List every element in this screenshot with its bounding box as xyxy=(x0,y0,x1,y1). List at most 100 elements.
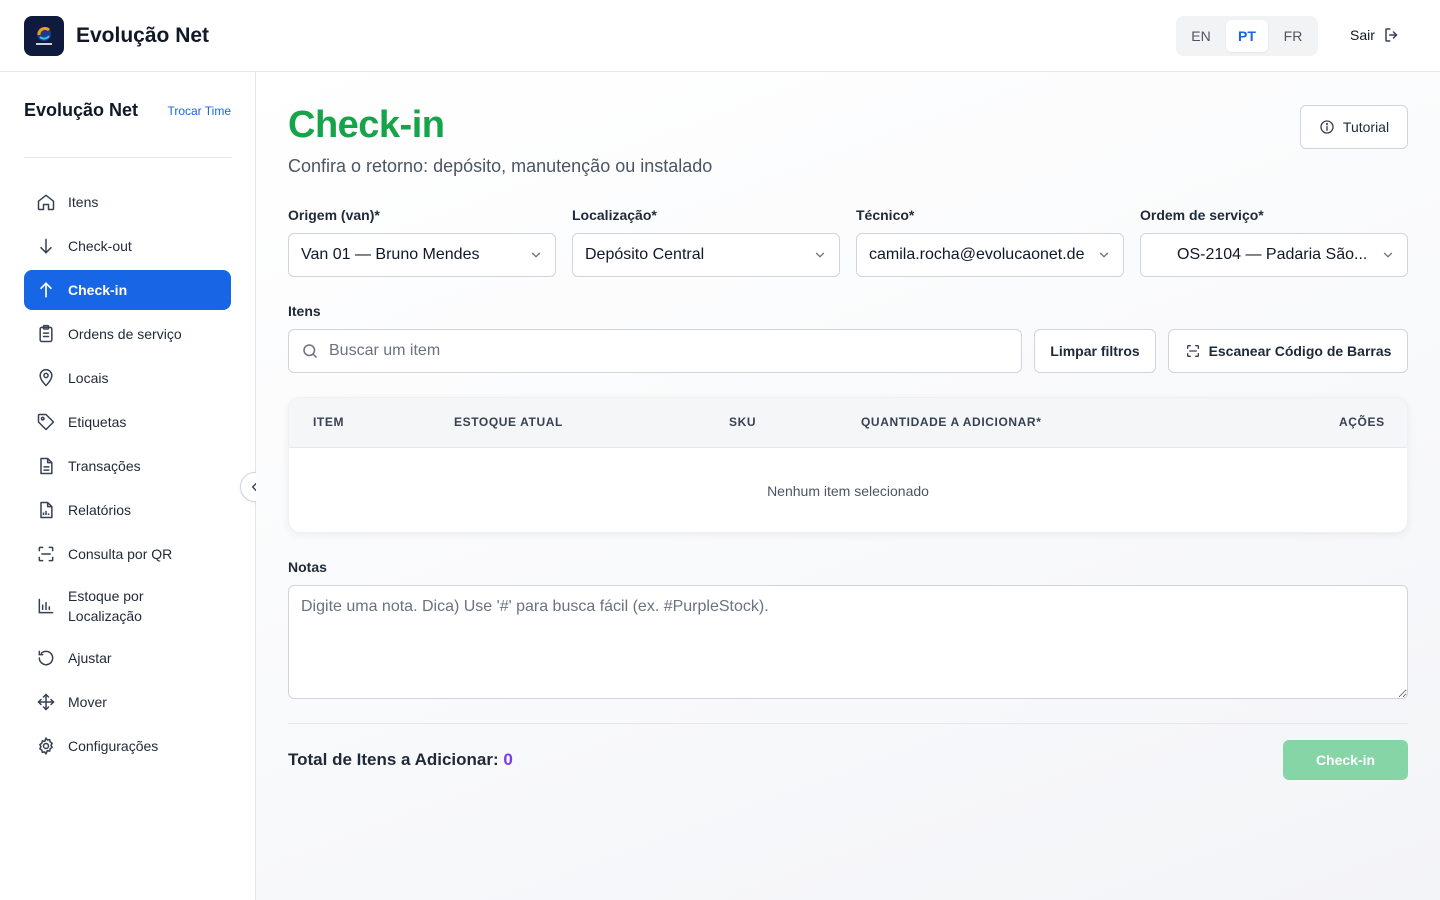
total-label: Total de Itens a Adicionar: xyxy=(288,750,499,769)
sidebar-item-label: Check-in xyxy=(68,282,128,298)
column-header-quantity: QUANTIDADE A ADICIONAR* xyxy=(861,415,1042,429)
column-header-item: ITEM xyxy=(313,415,345,429)
service-order-label: Ordem de serviço* xyxy=(1140,207,1264,223)
sidebar-item-check-out[interactable]: Check-out xyxy=(24,226,231,266)
sidebar-item-etiquetas[interactable]: Etiquetas xyxy=(24,402,231,442)
page-subtitle: Confira o retorno: depósito, manutenção … xyxy=(288,156,713,176)
lang-en-button[interactable]: EN xyxy=(1180,20,1222,52)
service-order-select[interactable]: OS-2104 — Padaria São... xyxy=(1140,233,1408,277)
total-items: Total de Itens a Adicionar: 0 xyxy=(288,750,513,770)
check-in-submit-button[interactable]: Check-in xyxy=(1283,740,1408,780)
sidebar-item-configuracoes[interactable]: Configurações xyxy=(24,726,231,766)
search-placeholder: Buscar um item xyxy=(329,342,441,359)
lang-fr-button[interactable]: FR xyxy=(1272,20,1314,52)
logout-button[interactable]: Sair xyxy=(1350,26,1401,44)
empty-state-text: Nenhum item selecionado xyxy=(767,483,929,499)
tutorial-button[interactable]: Tutorial xyxy=(1300,105,1408,149)
footer-divider xyxy=(288,723,1408,724)
app-logo[interactable] xyxy=(24,15,64,56)
sidebar-item-label: Ajustar xyxy=(68,650,112,666)
column-header-actions: AÇÕES xyxy=(1339,415,1385,429)
sidebar-item-label: Etiquetas xyxy=(68,414,127,430)
home-icon xyxy=(36,192,56,212)
item-search-input[interactable]: Buscar um item xyxy=(288,329,1022,373)
sidebar-item-itens[interactable]: Itens xyxy=(24,182,231,222)
info-icon xyxy=(1320,120,1334,134)
sidebar-item-relatorios[interactable]: Relatórios xyxy=(24,490,231,530)
rotate-icon xyxy=(36,648,56,668)
language-switcher: EN PT FR xyxy=(1176,16,1318,56)
technician-label: Técnico* xyxy=(856,207,915,223)
column-header-sku: SKU xyxy=(729,415,757,429)
report-icon xyxy=(36,500,56,520)
sidebar-item-label: Ordens de serviço xyxy=(68,326,182,342)
sidebar-team-name: Evolução Net xyxy=(24,100,139,120)
scan-barcode-label: Escanear Código de Barras xyxy=(1208,343,1392,359)
sidebar: Evolução Net Trocar Time Itens Check-out… xyxy=(0,72,256,900)
items-label: Itens xyxy=(288,303,321,319)
technician-select[interactable]: camila.rocha@evolucaonet.de xyxy=(856,233,1124,277)
sidebar-item-ajustar[interactable]: Ajustar xyxy=(24,638,231,678)
sidebar-item-mover[interactable]: Mover xyxy=(24,682,231,722)
gear-icon xyxy=(36,736,56,756)
tag-icon xyxy=(36,412,56,432)
arrow-up-icon xyxy=(36,280,56,300)
logo-mark-icon xyxy=(36,26,52,45)
logout-label: Sair xyxy=(1350,27,1375,43)
chevron-down-icon xyxy=(531,252,541,258)
clipboard-icon xyxy=(36,324,56,344)
clear-filters-button[interactable]: Limpar filtros xyxy=(1034,329,1156,373)
sidebar-item-label: Itens xyxy=(68,194,99,210)
location-select[interactable]: Depósito Central xyxy=(572,233,840,277)
sidebar-item-consulta-por-qr[interactable]: Consulta por QR xyxy=(24,534,231,574)
table-header: ITEM ESTOQUE ATUAL SKU QUANTIDADE A ADIC… xyxy=(289,398,1407,448)
sidebar-item-label: Transações xyxy=(68,458,141,474)
chevron-down-icon xyxy=(815,252,825,258)
sidebar-item-estoque-por-localizacao[interactable]: Estoque por Localização xyxy=(24,578,231,634)
origin-select[interactable]: Van 01 — Bruno Mendes xyxy=(288,233,556,277)
sidebar-item-label: Configurações xyxy=(68,738,159,754)
location-value: Depósito Central xyxy=(585,246,705,263)
brand-name: Evolução Net xyxy=(76,23,210,47)
column-header-stock: ESTOQUE ATUAL xyxy=(454,415,563,429)
sidebar-item-label: Locais xyxy=(68,370,109,386)
items-table: ITEM ESTOQUE ATUAL SKU QUANTIDADE A ADIC… xyxy=(288,397,1408,533)
sidebar-item-label: Consulta por QR xyxy=(68,546,173,562)
chevron-down-icon xyxy=(1099,252,1109,258)
bar-chart-icon xyxy=(36,596,56,616)
scan-barcode-button[interactable]: Escanear Código de Barras xyxy=(1168,329,1408,373)
sidebar-item-transacoes[interactable]: Transações xyxy=(24,446,231,486)
page-title: Check-in xyxy=(288,104,445,146)
location-label: Localização* xyxy=(572,207,657,223)
logout-icon xyxy=(1385,28,1398,42)
tutorial-label: Tutorial xyxy=(1342,119,1390,135)
switch-team-link[interactable]: Trocar Time xyxy=(167,104,231,118)
sidebar-item-check-in[interactable]: Check-in xyxy=(24,270,231,310)
sidebar-nav: Itens Check-out Check-in Ordens de servi… xyxy=(24,182,231,770)
chevron-down-icon xyxy=(1383,252,1393,258)
sidebar-item-label: Check-out xyxy=(68,238,132,254)
lang-pt-button[interactable]: PT xyxy=(1226,20,1268,52)
sidebar-item-label: Estoque por Localização xyxy=(68,588,144,624)
top-bar: Evolução Net EN PT FR Sair xyxy=(0,0,1440,72)
origin-label: Origem (van)* xyxy=(288,207,380,223)
clear-filters-label: Limpar filtros xyxy=(1050,343,1140,359)
sidebar-item-locais[interactable]: Locais xyxy=(24,358,231,398)
scan-icon xyxy=(1186,345,1199,357)
sidebar-item-label: Relatórios xyxy=(68,502,132,518)
scan-icon xyxy=(36,544,56,564)
total-count: 0 xyxy=(503,750,513,769)
main-content: Check-in Confira o retorno: depósito, ma… xyxy=(256,72,1440,900)
notes-textarea[interactable] xyxy=(288,585,1408,699)
document-icon xyxy=(36,456,56,476)
move-icon xyxy=(36,692,56,712)
origin-value: Van 01 — Bruno Mendes xyxy=(301,246,480,263)
arrow-down-icon xyxy=(36,236,56,256)
service-order-value: OS-2104 — Padaria São... xyxy=(1177,246,1368,263)
sidebar-item-label: Mover xyxy=(68,694,107,710)
notes-label: Notas xyxy=(288,559,327,575)
sidebar-header: Evolução Net Trocar Time xyxy=(24,100,231,121)
technician-value: camila.rocha@evolucaonet.de xyxy=(869,246,1085,263)
search-icon xyxy=(303,344,317,358)
sidebar-item-ordens-de-servico[interactable]: Ordens de serviço xyxy=(24,314,231,354)
